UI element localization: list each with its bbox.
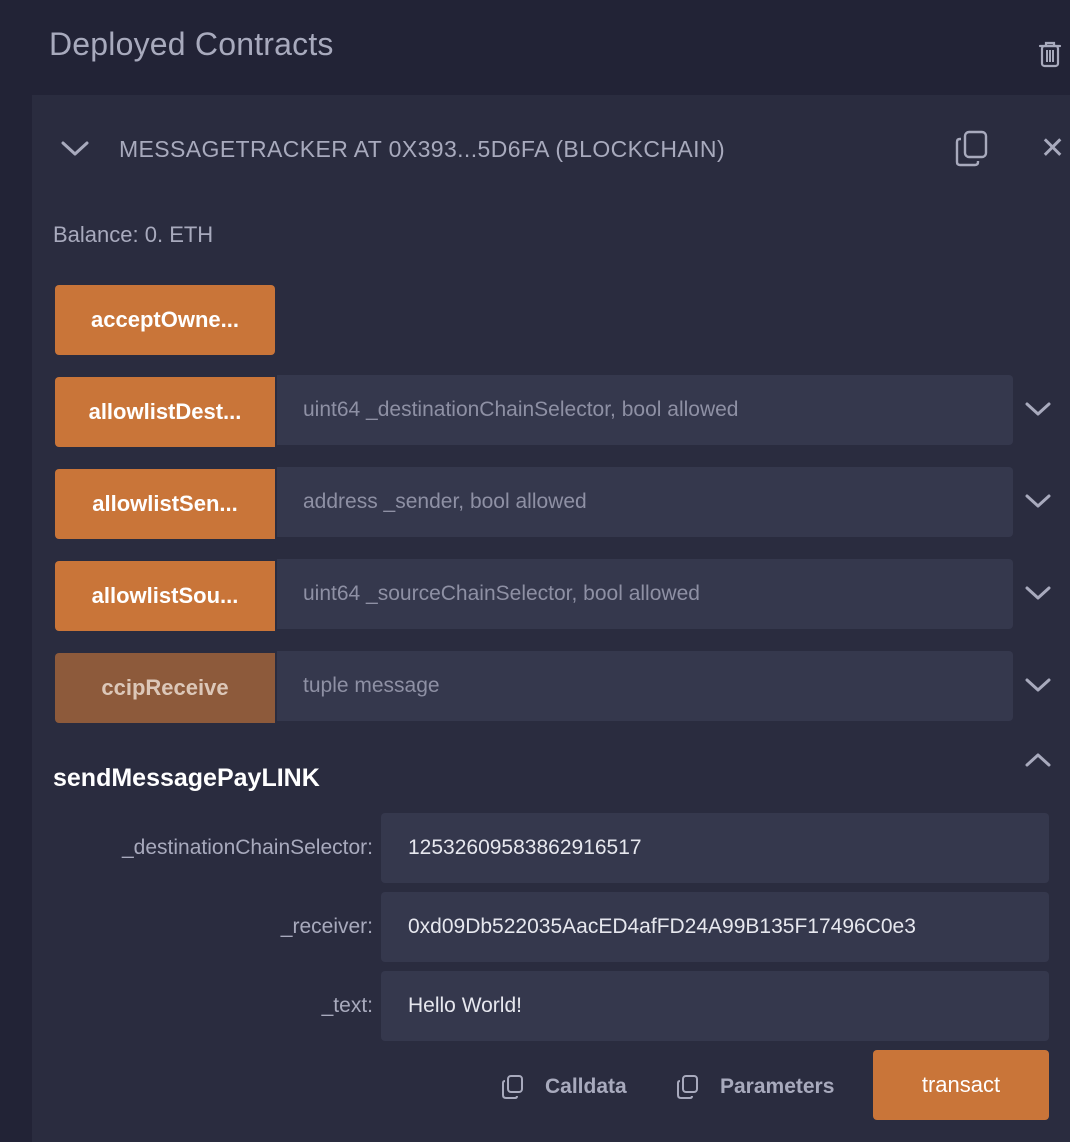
function-button-allowlistsender[interactable]: allowlistSen... <box>55 469 275 539</box>
transact-button[interactable]: transact <box>873 1050 1049 1120</box>
function-input-ccipreceive[interactable]: tuple message <box>277 651 1013 721</box>
function-button-allowlistdestination[interactable]: allowlistDest... <box>55 377 275 447</box>
function-input-allowlistsender[interactable]: address _sender, bool allowed <box>277 467 1013 537</box>
trash-icon[interactable] <box>1037 40 1063 68</box>
receiver-input[interactable]: 0xd09Db522035AacED4afFD24A99B135F17496C0… <box>381 892 1049 962</box>
function-button-allowlistsource[interactable]: allowlistSou... <box>55 561 275 631</box>
chevron-down-icon[interactable] <box>1024 400 1052 418</box>
function-input-allowlistsource[interactable]: uint64 _sourceChainSelector, bool allowe… <box>277 559 1013 629</box>
param-label: _destinationChainSelector: <box>122 836 373 859</box>
chevron-down-icon[interactable] <box>1024 584 1052 602</box>
function-button-ccipreceive[interactable]: ccipReceive <box>55 653 275 723</box>
balance-label: Balance: 0. ETH <box>53 222 214 247</box>
chevron-up-icon[interactable] <box>1024 751 1052 769</box>
text-input[interactable]: Hello World! <box>381 971 1049 1041</box>
copy-icon[interactable] <box>955 130 989 168</box>
param-label: _text: <box>321 994 373 1017</box>
chevron-down-icon[interactable] <box>1024 676 1052 694</box>
destination-chain-selector-input[interactable]: 12532609583862916517 <box>381 813 1049 883</box>
close-icon[interactable]: ✕ <box>1040 134 1065 164</box>
copy-icon <box>502 1075 523 1099</box>
function-title: sendMessagePayLINK <box>53 764 320 792</box>
param-label: _receiver: <box>280 915 373 938</box>
function-button-acceptownership[interactable]: acceptOwne... <box>55 285 275 355</box>
parameters-button[interactable]: Parameters <box>676 1072 834 1102</box>
calldata-label: Calldata <box>545 1075 627 1098</box>
calldata-button[interactable]: Calldata <box>501 1072 627 1102</box>
chevron-down-icon[interactable] <box>60 139 90 159</box>
parameters-label: Parameters <box>720 1075 835 1098</box>
chevron-down-icon[interactable] <box>1024 492 1052 510</box>
copy-icon <box>677 1075 698 1099</box>
section-title: Deployed Contracts <box>49 26 334 62</box>
function-input-allowlistdestination[interactable]: uint64 _destinationChainSelector, bool a… <box>277 375 1013 445</box>
contract-title: MESSAGETRACKER AT 0X393...5D6FA (BLOCKCH… <box>119 136 725 162</box>
